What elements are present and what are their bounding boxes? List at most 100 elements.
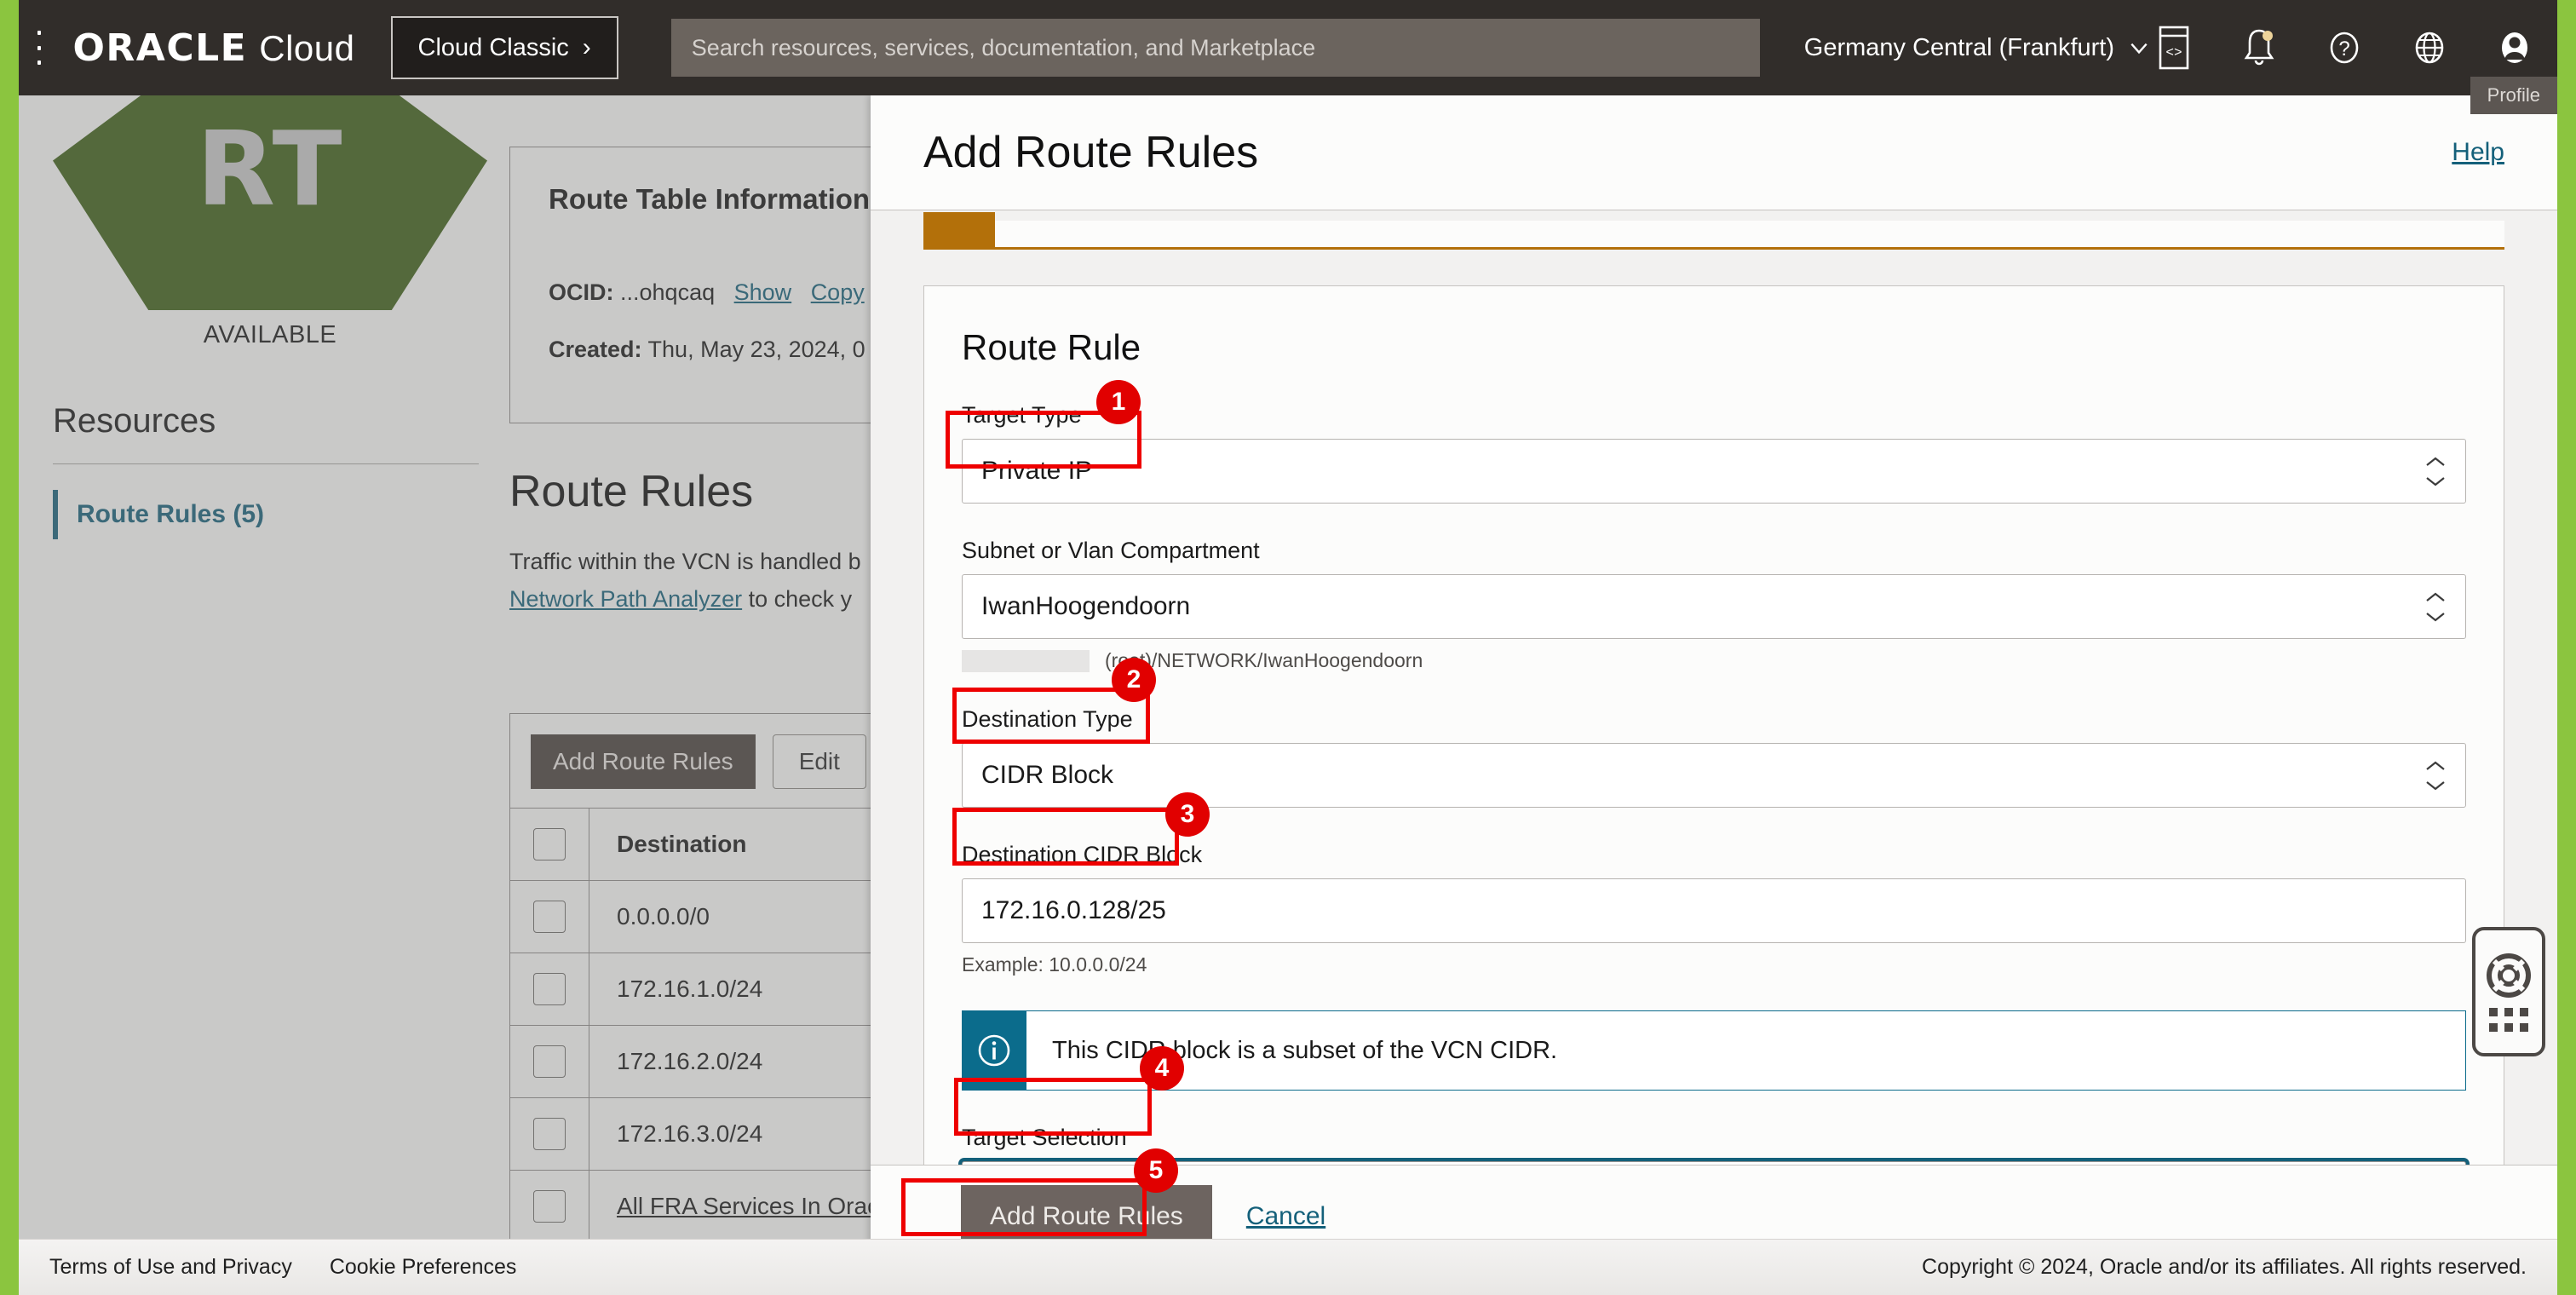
resources-heading: Resources (53, 402, 216, 440)
add-route-rules-button[interactable]: Add Route Rules (531, 734, 756, 789)
ocid-value: ...ohqcaq (620, 279, 716, 305)
field-target-selection: Target Selection 172.16.0.20 (962, 1125, 2466, 1165)
cell-destination: 172.16.3.0/24 (617, 1120, 763, 1147)
resource-detail-sidebar: RT AVAILABLE Resources Route Rules (5) (19, 80, 496, 1237)
field-destination-type: Destination Type CIDR Block (962, 706, 2466, 808)
chevron-right-icon: › (582, 33, 591, 61)
profile-avatar-icon[interactable] (2491, 24, 2539, 72)
table-row[interactable]: 0.0.0.0/0 (510, 880, 910, 953)
table-row[interactable]: 172.16.2.0/24 (510, 1025, 910, 1098)
region-label: Germany Central (Frankfurt) (1803, 33, 2114, 61)
cidr-info-banner: This CIDR block is a subset of the VCN C… (962, 1010, 2466, 1091)
route-table-badge: RT (53, 80, 487, 310)
nav-icon-group: <> ? (2150, 24, 2539, 72)
top-navigation-bar: ORACLE Cloud Cloud Classic › Germany Cen… (0, 0, 2576, 95)
destination-cidr-label: Destination CIDR Block (962, 842, 1203, 867)
subnet-compartment-label: Subnet or Vlan Compartment (962, 538, 1260, 563)
target-type-select[interactable]: Private IP (962, 439, 2466, 504)
region-selector[interactable]: Germany Central (Frankfurt) (1804, 34, 2150, 62)
drag-handle-dots[interactable] (2489, 1008, 2528, 1032)
created-value: Thu, May 23, 2024, 0 (647, 337, 865, 362)
route-table-badge-label: RT (196, 110, 344, 229)
row-checkbox[interactable] (533, 1190, 566, 1223)
field-destination-cidr: Destination CIDR Block 172.16.0.128/25 E… (962, 842, 2466, 976)
subnet-compartment-select[interactable]: IwanHoogendoorn (962, 574, 2466, 639)
card-title: Route Table Information (549, 183, 871, 215)
cloud-classic-button[interactable]: Cloud Classic › (390, 16, 618, 79)
table-row[interactable]: 172.16.3.0/24 (510, 1097, 910, 1171)
warning-banner-partial (923, 212, 2504, 250)
row-select-cell (510, 1118, 589, 1150)
page-title: Route Rules (509, 467, 754, 516)
dialog-body: Route Rule Target Type Private IP Subnet… (871, 210, 2557, 1165)
table-row[interactable]: All FRA Services In Oracl (510, 1170, 910, 1243)
cell-destination-link[interactable]: All FRA Services In Oracl (589, 1193, 884, 1220)
table-row[interactable]: 172.16.1.0/24 (510, 953, 910, 1026)
description-text-2: to check y (742, 586, 853, 612)
language-globe-icon[interactable] (2406, 24, 2453, 72)
row-select-cell (510, 901, 589, 933)
row-checkbox[interactable] (533, 901, 566, 933)
row-select-cell (510, 1045, 589, 1078)
profile-tooltip: Profile (2470, 77, 2557, 114)
help-link[interactable]: Help (2452, 138, 2504, 167)
destination-type-select[interactable]: CIDR Block (962, 743, 2466, 808)
edit-button[interactable]: Edit (772, 734, 866, 789)
network-path-analyzer-link[interactable]: Network Path Analyzer (509, 586, 742, 612)
footer-links: Terms of Use and Privacy Cookie Preferen… (49, 1255, 516, 1280)
ocid-show-link[interactable]: Show (734, 279, 792, 305)
svg-text:<>: <> (2165, 45, 2182, 60)
info-circle-icon (962, 1011, 1026, 1090)
ocid-label: OCID: (549, 279, 614, 305)
lifebuoy-help-icon (2487, 953, 2531, 998)
sidebar-item-route-rules[interactable]: Route Rules (5) (53, 489, 264, 540)
cloud-shell-icon[interactable]: <> (2150, 24, 2198, 72)
target-type-value: Private IP (981, 457, 1093, 485)
row-select-cell (510, 1190, 589, 1223)
target-type-label: Target Type (962, 402, 1082, 428)
route-rule-card: Route Rule Target Type Private IP Subnet… (923, 285, 2504, 1165)
subnet-compartment-value: IwanHoogendoorn (981, 592, 1191, 620)
field-subnet-compartment: Subnet or Vlan Compartment IwanHoogendoo… (962, 538, 2466, 672)
ocid-copy-link[interactable]: Copy (811, 279, 865, 305)
cell-destination: 0.0.0.0/0 (617, 903, 710, 930)
destination-cidr-input[interactable]: 172.16.0.128/25 (962, 878, 2466, 943)
cancel-link[interactable]: Cancel (1246, 1202, 1325, 1231)
ocid-row: OCID: ...ohqcaq Show Copy (549, 279, 865, 306)
spinner-arrows-icon (2424, 591, 2447, 623)
resources-divider (53, 463, 479, 464)
help-question-icon[interactable]: ? (2320, 24, 2368, 72)
oracle-cloud-logo[interactable]: ORACLE Cloud (73, 26, 355, 70)
hamburger-menu-icon[interactable] (37, 31, 41, 65)
row-checkbox[interactable] (533, 1045, 566, 1078)
support-widget[interactable] (2472, 927, 2545, 1056)
route-rules-table-card: Add Route Rules Edit Destination 0.0.0.0… (509, 713, 943, 1292)
column-header-destination: Destination (617, 831, 747, 857)
notifications-bell-icon[interactable] (2235, 24, 2283, 72)
svg-text:?: ? (2338, 37, 2349, 60)
copyright-text: Copyright © 2024, Oracle and/or its affi… (1922, 1255, 2527, 1279)
route-rule-card-title: Route Rule (962, 327, 1141, 367)
destination-type-label: Destination Type (962, 706, 1133, 732)
chevron-down-icon (2130, 43, 2148, 55)
row-select-cell (510, 973, 589, 1005)
global-search[interactable] (670, 19, 1760, 77)
cloud-wordmark: Cloud (259, 27, 355, 68)
dialog-title: Add Route Rules (923, 128, 1259, 177)
status-badge: AVAILABLE (203, 321, 337, 348)
sidebar-item-label: Route Rules (5) (77, 500, 265, 528)
table-header-row: Destination (510, 808, 910, 881)
page-footer: Terms of Use and Privacy Cookie Preferen… (19, 1239, 2557, 1295)
route-rules-description: Traffic within the VCN is handled b Netw… (509, 543, 910, 618)
row-checkbox[interactable] (533, 1118, 566, 1150)
terms-of-use-link[interactable]: Terms of Use and Privacy (49, 1255, 292, 1280)
subnet-compartment-helper: (root)/NETWORK/IwanHoogendoorn (962, 649, 2466, 672)
field-target-type: Target Type Private IP (962, 402, 2466, 504)
select-all-cell (510, 828, 589, 860)
oracle-wordmark: ORACLE (72, 26, 248, 70)
cookie-preferences-link[interactable]: Cookie Preferences (330, 1255, 517, 1280)
spinner-arrows-icon (2424, 760, 2447, 791)
search-input[interactable] (691, 34, 1739, 61)
select-all-checkbox[interactable] (533, 828, 566, 860)
row-checkbox[interactable] (533, 973, 566, 1005)
